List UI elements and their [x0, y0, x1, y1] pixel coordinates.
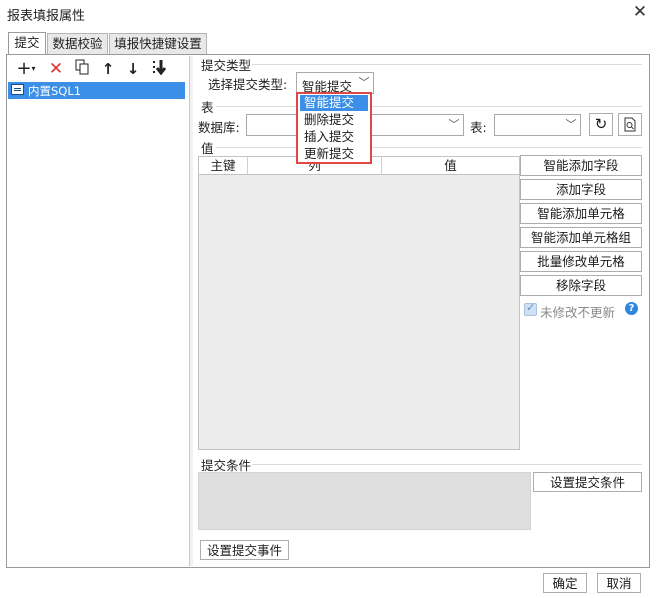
section-value: 值 — [201, 141, 214, 156]
batch-edit-cell-button[interactable]: 批量修改单元格 — [520, 251, 642, 272]
column-header-value[interactable]: 值 — [382, 157, 519, 175]
move-down-icon[interactable]: ↓ — [123, 59, 143, 79]
submit-type-label: 选择提交类型: — [208, 77, 288, 92]
panel-splitter[interactable] — [190, 56, 193, 566]
column-header-key[interactable]: 主键 — [199, 157, 248, 175]
database-label: 数据库: — [198, 120, 240, 135]
divider — [216, 106, 642, 107]
cancel-button[interactable]: 取消 — [597, 573, 641, 593]
option-delete-submit[interactable]: 删除提交 — [300, 112, 368, 128]
unmodified-no-update-checkbox[interactable] — [524, 301, 537, 316]
option-insert-submit[interactable]: 插入提交 — [300, 129, 368, 145]
refresh-button[interactable]: ↻ — [589, 113, 613, 136]
field-table[interactable]: 主键 列 值 — [198, 156, 520, 450]
table-icon — [11, 84, 24, 95]
option-update-submit[interactable]: 更新提交 — [300, 146, 368, 162]
chevron-down-icon: ﹀ — [358, 76, 370, 89]
tab-submit[interactable]: 提交 — [8, 32, 46, 54]
preview-button[interactable] — [618, 113, 642, 136]
add-icon[interactable]: +▾ — [12, 59, 40, 79]
section-submit-type: 提交类型 — [201, 58, 252, 73]
close-icon[interactable]: ✕ — [628, 1, 652, 25]
divider — [252, 464, 642, 465]
smart-add-field-button[interactable]: 智能添加字段 — [520, 155, 642, 176]
set-condition-button[interactable]: 设置提交条件 — [533, 472, 642, 492]
smart-add-cell-group-button[interactable]: 智能添加单元格组 — [520, 227, 642, 248]
delete-icon[interactable]: ✕ — [46, 59, 66, 79]
chevron-down-icon: ﹀ — [448, 118, 460, 131]
remove-field-button[interactable]: 移除字段 — [520, 275, 642, 296]
refresh-icon: ↻ — [594, 115, 608, 133]
submit-type-dropdown: 智能提交 删除提交 插入提交 更新提交 — [296, 92, 372, 164]
title-bar — [0, 0, 656, 27]
list-item-label: 内置SQL1 — [28, 84, 82, 98]
table-select[interactable]: ﹀ — [494, 114, 581, 136]
add-field-button[interactable]: 添加字段 — [520, 179, 642, 200]
window-title: 报表填报属性 — [7, 9, 86, 24]
tab-shortcut-settings[interactable]: 填报快捷键设置 — [109, 33, 207, 54]
list-item-sql[interactable]: 内置SQL1 — [8, 82, 185, 99]
datasource-panel — [7, 56, 190, 566]
set-event-button[interactable]: 设置提交事件 — [200, 540, 289, 560]
option-smart-submit[interactable]: 智能提交 — [300, 95, 368, 111]
help-icon[interactable]: ? — [625, 302, 638, 315]
submit-type-select[interactable]: 智能提交 ﹀ — [296, 72, 374, 94]
table-label: 表: — [470, 120, 487, 135]
section-table: 表 — [201, 100, 214, 115]
tab-data-validation[interactable]: 数据校验 — [47, 33, 108, 54]
search-icon — [624, 117, 636, 132]
chevron-down-icon: ﹀ — [565, 118, 577, 131]
move-up-icon[interactable]: ↑ — [98, 59, 118, 79]
sort-icon[interactable] — [150, 59, 170, 79]
divider — [216, 147, 642, 148]
unmodified-no-update-label: 未修改不更新 — [540, 305, 616, 320]
copy-icon[interactable] — [72, 59, 92, 79]
smart-add-cell-button[interactable]: 智能添加单元格 — [520, 203, 642, 224]
condition-area — [198, 472, 531, 530]
ok-button[interactable]: 确定 — [543, 573, 587, 593]
divider — [252, 64, 642, 65]
